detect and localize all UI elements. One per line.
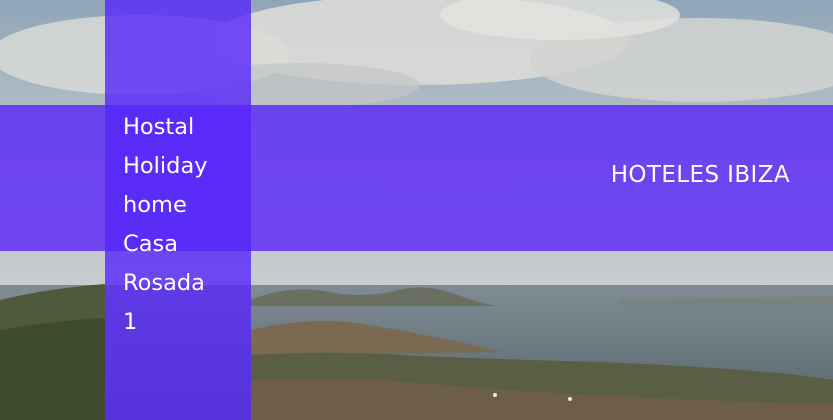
hoteles-ibiza-link[interactable]: HOTELES IBIZA [611,159,790,191]
hotel-title: Hostal Holiday home Casa Rosada 1 [123,114,208,335]
